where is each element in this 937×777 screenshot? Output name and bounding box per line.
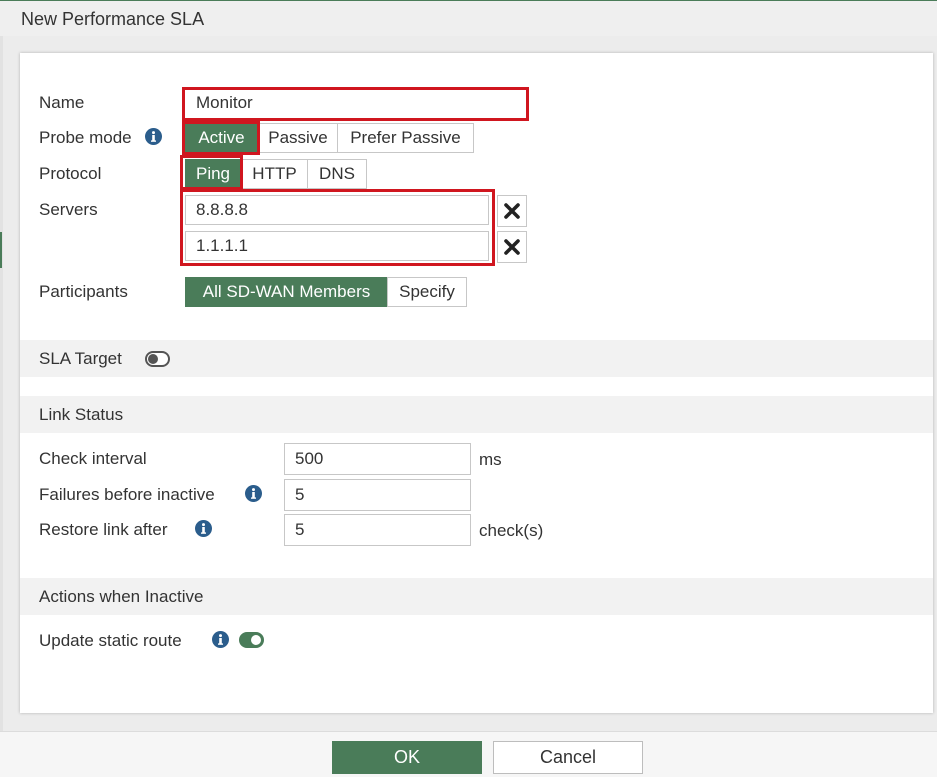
protocol-ping[interactable]: Ping — [185, 159, 241, 189]
servers-label: Servers — [39, 200, 98, 219]
name-label: Name — [39, 93, 85, 112]
update-static-route-label: Update static route — [39, 631, 182, 650]
sla-target-toggle[interactable] — [145, 351, 170, 367]
protocol-dns[interactable]: DNS — [307, 159, 367, 189]
dialog-header: New Performance SLA — [0, 0, 937, 36]
participants-specify[interactable]: Specify — [387, 277, 467, 307]
server-input-1[interactable] — [185, 195, 489, 225]
name-input[interactable] — [185, 89, 525, 117]
probe-mode-passive[interactable]: Passive — [258, 123, 338, 153]
probe-mode-active[interactable]: Active — [185, 123, 258, 153]
actions-inactive-section: Actions when Inactive — [20, 578, 933, 615]
restore-link-after-label: Restore link after — [39, 520, 168, 539]
participants-label: Participants — [39, 282, 128, 301]
protocol-http[interactable]: HTTP — [241, 159, 308, 189]
server-input-2[interactable] — [185, 231, 489, 261]
failures-before-inactive-label: Failures before inactive — [39, 485, 215, 504]
remove-server-1-button[interactable] — [497, 195, 527, 227]
probe-mode-prefer-passive[interactable]: Prefer Passive — [337, 123, 474, 153]
close-icon — [504, 239, 520, 255]
link-status-title: Link Status — [39, 405, 124, 424]
failures-before-inactive-input[interactable] — [284, 479, 471, 511]
check-interval-unit: ms — [479, 450, 502, 469]
actions-inactive-title: Actions when Inactive — [39, 587, 204, 606]
probe-mode-info-icon[interactable] — [145, 128, 162, 145]
link-status-section: Link Status — [20, 396, 933, 433]
toggle-knob — [148, 354, 158, 364]
update-static-route-info-icon[interactable] — [212, 631, 229, 648]
remove-server-2-button[interactable] — [497, 231, 527, 263]
check-interval-input[interactable] — [284, 443, 471, 475]
update-static-route-toggle[interactable] — [239, 632, 264, 648]
restore-link-info-icon[interactable] — [195, 520, 212, 537]
check-interval-label: Check interval — [39, 449, 147, 468]
restore-link-after-unit: check(s) — [479, 521, 544, 540]
probe-mode-label: Probe mode — [39, 128, 132, 147]
failures-info-icon[interactable] — [245, 485, 262, 502]
close-icon — [504, 203, 520, 219]
left-edge — [0, 36, 3, 736]
toggle-knob — [251, 635, 261, 645]
dialog-title: New Performance SLA — [21, 9, 205, 29]
dialog-footer: OK Cancel — [0, 731, 937, 777]
participants-all-members[interactable]: All SD-WAN Members — [185, 277, 388, 307]
cancel-button[interactable]: Cancel — [493, 741, 643, 774]
ok-button[interactable]: OK — [332, 741, 482, 774]
protocol-label: Protocol — [39, 164, 102, 183]
sla-target-section: SLA Target — [20, 340, 933, 377]
left-edge-marker — [0, 232, 2, 268]
restore-link-after-input[interactable] — [284, 514, 471, 546]
sla-target-label: SLA Target — [39, 349, 122, 368]
